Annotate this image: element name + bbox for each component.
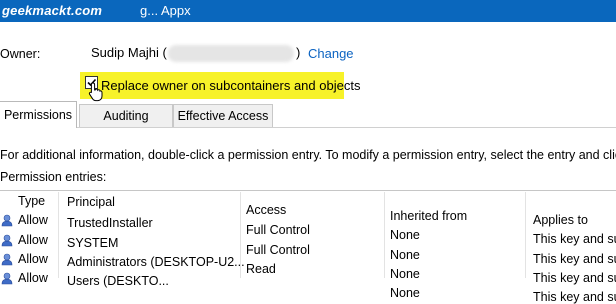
tab-effective-access[interactable]: Effective Access	[173, 104, 273, 127]
user-group-icon	[1, 253, 13, 266]
table-cell-principal[interactable]: TrustedInstaller	[67, 216, 153, 230]
user-group-icon	[1, 214, 13, 227]
column-header-applies[interactable]: Applies to	[533, 213, 588, 227]
owner-paren-close: )	[296, 45, 301, 60]
table-cell-inherited[interactable]: None	[390, 228, 420, 242]
table-cell-inherited[interactable]: None	[390, 267, 420, 281]
replace-owner-label[interactable]: Replace owner on subcontainers and objec…	[101, 78, 360, 93]
table-cell-access[interactable]: Full Control	[246, 223, 310, 237]
column-header-type[interactable]: Type	[18, 194, 45, 208]
user-group-icon	[1, 272, 13, 285]
table-cell-type[interactable]: Allow	[18, 271, 48, 285]
table-cell-access[interactable]: Read	[246, 262, 276, 276]
table-cell-type[interactable]: Allow	[18, 252, 48, 266]
permission-entries-label: Permission entries:	[0, 170, 107, 184]
tabs-divider	[0, 127, 616, 128]
table-cell-principal[interactable]: Administrators (DESKTOP-U2...	[67, 255, 245, 269]
user-group-icon	[1, 234, 13, 247]
table-cell-type[interactable]: Allow	[18, 233, 48, 247]
column-separator[interactable]	[384, 192, 385, 278]
hand-cursor-icon	[88, 82, 103, 102]
owner-name: Sudip Majhi (	[91, 45, 167, 60]
table-cell-applies[interactable]: This key and subke	[533, 232, 616, 246]
tab-permissions[interactable]: Permissions	[0, 101, 77, 128]
table-cell-applies[interactable]: This key and subke	[533, 271, 616, 285]
column-header-inherited[interactable]: Inherited from	[390, 209, 467, 223]
table-cell-inherited[interactable]: None	[390, 248, 420, 262]
window-title: g... Appx	[140, 3, 191, 18]
change-owner-link[interactable]: Change	[308, 46, 354, 61]
table-cell-inherited[interactable]: None	[390, 286, 420, 300]
owner-label: Owner:	[0, 47, 41, 61]
table-cell-principal[interactable]: SYSTEM	[67, 236, 118, 250]
table-cell-access[interactable]: Full Control	[246, 243, 310, 257]
tab-auditing[interactable]: Auditing	[79, 104, 173, 127]
table-cell-type[interactable]: Allow	[18, 213, 48, 227]
column-separator[interactable]	[525, 192, 526, 278]
info-text: For additional information, double-click…	[0, 148, 616, 162]
column-separator[interactable]	[58, 192, 59, 278]
redacted-email	[168, 45, 294, 62]
column-header-access[interactable]: Access	[246, 203, 286, 217]
column-header-principal[interactable]: Principal	[67, 195, 115, 209]
watermark-text: geekmackt.com	[2, 3, 103, 18]
table-cell-principal[interactable]: Users (DESKTO...	[67, 274, 169, 288]
table-cell-applies[interactable]: This key and subke	[533, 290, 616, 304]
table-cell-applies[interactable]: This key and subke	[533, 252, 616, 266]
